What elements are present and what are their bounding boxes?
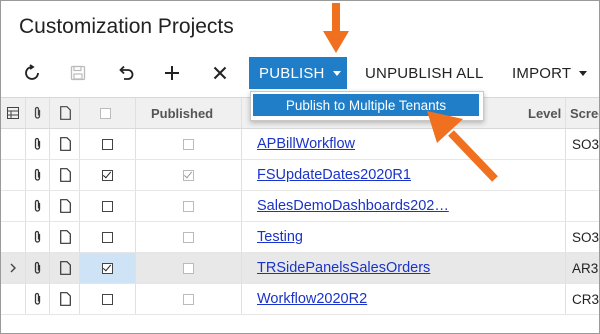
- project-name[interactable]: APBillWorkflow: [257, 136, 355, 152]
- unpublish-all-button[interactable]: UNPUBLISH ALL: [365, 57, 483, 89]
- note-icon[interactable]: [60, 222, 71, 252]
- row-select-checkbox[interactable]: [80, 284, 135, 314]
- note-icon[interactable]: [60, 284, 71, 314]
- published-checkbox: [183, 253, 194, 283]
- table-row[interactable]: Workflow2020R2 CR3: [1, 284, 599, 315]
- save-icon[interactable]: [63, 55, 93, 91]
- row-select-checkbox[interactable]: [80, 253, 135, 283]
- row-select-checkbox[interactable]: [80, 160, 135, 190]
- publish-label: PUBLISH: [259, 64, 325, 82]
- row-select-checkbox[interactable]: [80, 129, 135, 159]
- project-name[interactable]: Testing: [257, 229, 303, 245]
- project-name-link[interactable]: SalesDemoDashboards202…: [257, 191, 449, 221]
- table-row[interactable]: Testing SO3: [1, 222, 599, 253]
- select-all-checkbox[interactable]: [100, 98, 111, 128]
- diagonal-arrow-annotation: [427, 111, 498, 182]
- publish-button[interactable]: PUBLISH: [249, 57, 347, 89]
- project-name[interactable]: FSUpdateDates2020R1: [257, 167, 411, 183]
- page-title: Customization Projects: [19, 15, 234, 38]
- toolbar: PUBLISH UNPUBLISH ALL IMPORT: [1, 55, 599, 91]
- project-name-link[interactable]: Workflow2020R2: [257, 284, 367, 314]
- project-name[interactable]: TRSidePanelsSalesOrders: [257, 260, 430, 276]
- window: Customization Projects PUBLISH UNPUBLISH…: [0, 0, 600, 334]
- attachment-header-icon: [33, 98, 42, 128]
- note-icon[interactable]: [60, 191, 71, 221]
- project-name[interactable]: Workflow2020R2: [257, 291, 367, 307]
- chevron-down-icon: [332, 70, 341, 76]
- published-checkbox: [183, 191, 194, 221]
- screens-cell: SO3: [572, 229, 600, 245]
- refresh-icon[interactable]: [17, 55, 47, 91]
- note-icon[interactable]: [60, 253, 71, 283]
- screens-cell: AR3: [572, 260, 599, 276]
- published-checkbox: [183, 160, 194, 190]
- project-name-link[interactable]: TRSidePanelsSalesOrders: [257, 253, 430, 283]
- screens-cell: CR3: [572, 291, 600, 307]
- screens-column-header[interactable]: Scree: [570, 98, 599, 128]
- attachment-icon[interactable]: [33, 160, 42, 190]
- attachment-icon[interactable]: [33, 253, 42, 283]
- import-button[interactable]: IMPORT: [512, 57, 588, 89]
- published-checkbox: [183, 284, 194, 314]
- project-name[interactable]: SalesDemoDashboards202…: [257, 198, 449, 214]
- row-select-checkbox[interactable]: [80, 191, 135, 221]
- note-icon[interactable]: [60, 160, 71, 190]
- table-row[interactable]: FSUpdateDates2020R1: [1, 160, 599, 191]
- down-arrow-annotation: [323, 3, 349, 53]
- attachment-icon[interactable]: [33, 222, 42, 252]
- note-icon[interactable]: [60, 129, 71, 159]
- table-row[interactable]: SalesDemoDashboards202…: [1, 191, 599, 222]
- published-checkbox: [183, 129, 194, 159]
- published-checkbox: [183, 222, 194, 252]
- screens-cell: SO3: [572, 136, 600, 152]
- row-settings-icon[interactable]: [7, 98, 19, 128]
- table-row[interactable]: TRSidePanelsSalesOrders AR3: [1, 253, 599, 284]
- import-label: IMPORT: [512, 64, 572, 82]
- undo-icon[interactable]: [111, 55, 141, 91]
- add-icon[interactable]: [157, 55, 187, 91]
- attachment-icon[interactable]: [33, 129, 42, 159]
- attachment-icon[interactable]: [33, 284, 42, 314]
- chevron-down-icon: [579, 70, 588, 76]
- attachment-icon[interactable]: [33, 191, 42, 221]
- level-column-header[interactable]: Level: [528, 98, 561, 128]
- delete-icon[interactable]: [205, 55, 235, 91]
- chevron-right-icon: [9, 253, 17, 283]
- project-name-link[interactable]: FSUpdateDates2020R1: [257, 160, 411, 190]
- project-name-link[interactable]: Testing: [257, 222, 303, 252]
- published-column-header[interactable]: Published: [151, 98, 213, 128]
- project-name-link[interactable]: APBillWorkflow: [257, 129, 355, 159]
- row-select-checkbox[interactable]: [80, 222, 135, 252]
- note-header-icon: [60, 98, 71, 128]
- table-row[interactable]: APBillWorkflow SO3: [1, 129, 599, 160]
